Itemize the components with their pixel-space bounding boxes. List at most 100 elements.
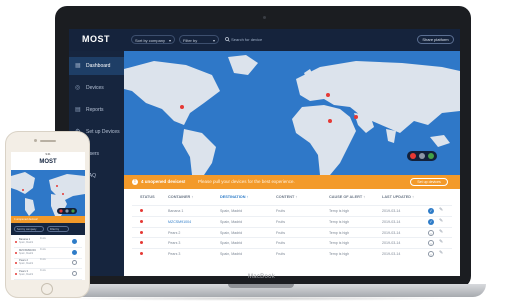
cell-destination: Spain, Madrid: [220, 252, 243, 257]
phone-item-content: Fruits: [40, 259, 46, 261]
column-header-content[interactable]: CONTENT ↑: [276, 195, 297, 199]
cell-container: Pears 3: [168, 252, 181, 257]
sidebar-item-label: Devices: [86, 85, 104, 91]
phone-list-item[interactable]: Pears 3 Spain, Madrid Fruits: [14, 269, 82, 280]
phone-company-dropdown[interactable]: Sort by company: [14, 226, 44, 232]
search-placeholder: Search for device: [231, 37, 263, 42]
cell-destination: Spain, Madrid: [220, 230, 243, 235]
phone-device: 9:41 MOST 4 unopened devices! Sort by co…: [5, 131, 90, 298]
cell-content: Fruits: [276, 230, 285, 235]
phone-item-place: Spain, Madrid: [19, 242, 34, 244]
status-alert-dot: [140, 209, 143, 212]
phone-filter-dropdown[interactable]: Filter by: [47, 226, 69, 232]
search-input[interactable]: Search for device: [225, 35, 305, 44]
edit-icon[interactable]: ✎: [439, 250, 443, 256]
red-filter-icon[interactable]: [410, 153, 416, 159]
phone-device-list: Banana 1 Spain, Madrid Fruits MZCSM91004 Spa…: [11, 235, 85, 280]
cell-destination: Spain, Madrid: [220, 241, 243, 246]
sidebar-item-label: Set up Devices: [86, 129, 120, 135]
phone-map-graphic: [11, 172, 85, 216]
status-alert-dot: [15, 241, 17, 243]
cell-container: MZCSM91004: [168, 219, 192, 224]
phone-item-name: MZCSM91004: [19, 248, 36, 252]
green-filter-icon[interactable]: [428, 153, 434, 159]
status-alert-dot: [140, 219, 143, 223]
edit-icon[interactable]: ✎: [439, 239, 443, 245]
cell-cause: Temp is high: [329, 252, 350, 257]
cell-destination: Spain, Madrid: [220, 209, 243, 213]
search-icon: [225, 37, 230, 43]
phone-home-button[interactable]: [41, 283, 53, 295]
column-header-cause[interactable]: CAUSE OF ALERT ↑: [329, 195, 365, 199]
chevron-down-icon: ▾: [212, 38, 215, 43]
grey-filter-icon[interactable]: [419, 153, 425, 159]
share-platform-button[interactable]: Share platform: [417, 35, 454, 44]
check-icon: ✓: [428, 218, 434, 225]
sidebar-item-dashboard[interactable]: ▦ Dashboard: [69, 57, 124, 75]
cell-updated: 2019-03-14: [382, 241, 401, 246]
phone-list-item[interactable]: MZCSM91004 Spain, Madrid Fruits: [14, 248, 82, 259]
phone-item-place: Spain, Madrid: [19, 263, 34, 265]
pending-icon: ○: [428, 251, 434, 258]
set-up-devices-button[interactable]: Set up devices: [410, 178, 448, 186]
column-header-status[interactable]: STATUS: [140, 195, 155, 199]
company-sort-dropdown[interactable]: Sort by company ▾: [131, 35, 175, 44]
phone-alert-banner: 4 unopened devices!: [11, 216, 85, 223]
phone-alert-text: 4 unopened devices!: [14, 218, 38, 221]
phone-list-item[interactable]: Banana 1 Spain, Madrid Fruits: [14, 237, 82, 248]
devices-icon: ◎: [75, 85, 81, 91]
laptop-base-notch: [228, 284, 294, 288]
phone-item-name: Pears 3: [19, 269, 28, 273]
warning-icon: !: [132, 179, 138, 185]
column-header-destination[interactable]: DESTINATION ↑: [220, 195, 248, 199]
column-header-container[interactable]: CONTAINER ↑: [168, 195, 193, 199]
app-logo[interactable]: MOST: [82, 34, 110, 44]
chevron-down-icon: ▾: [168, 38, 171, 43]
dashboard-icon: ▦: [75, 63, 81, 69]
phone-item-name: Banana 1: [19, 238, 31, 241]
status-alert-dot: [140, 252, 143, 256]
cell-destination: Spain, Madrid: [220, 219, 243, 224]
alert-banner: ! 4 unopened devices! Please pull your d…: [124, 175, 460, 189]
phone-status-time: 9:41: [45, 153, 51, 156]
cell-cause: Temp is high: [329, 219, 350, 224]
phone-item-content: Fruits: [40, 238, 46, 240]
cell-updated: 2019-03-14: [382, 252, 401, 257]
phone-world-map[interactable]: [11, 170, 85, 216]
status-alert-dot: [140, 230, 143, 234]
column-header-updated[interactable]: LAST UPDATED ↑: [382, 195, 414, 199]
devices-table: STATUS CONTAINER ↑ DESTINATION ↑ CONTENT…: [124, 189, 460, 276]
cell-container: Pears 2: [168, 230, 181, 235]
table-row[interactable]: Banana 1 Spain, Madrid Fruits Temp is high 2…: [132, 205, 452, 216]
edit-icon[interactable]: ✎: [439, 218, 443, 224]
pending-icon: [72, 260, 77, 265]
phone-list-item[interactable]: Pears 2 Spain, Madrid Fruits: [14, 258, 82, 269]
phone-company-label: Sort by company: [17, 228, 37, 231]
check-icon: [72, 249, 77, 255]
phone-item-place: Spain, Madrid: [19, 252, 34, 255]
sidebar-item-devices[interactable]: ◎ Devices: [69, 79, 124, 97]
phone-app-logo: MOST: [39, 159, 57, 165]
status-alert-dot: [15, 251, 17, 254]
phone-camera: [34, 139, 37, 142]
cell-content: Fruits: [276, 209, 285, 213]
world-map[interactable]: [124, 51, 460, 175]
sidebar-item-reports[interactable]: ▤ Reports: [69, 101, 124, 119]
cell-cause: Temp is high: [329, 241, 350, 246]
cell-container: Pears 3: [168, 241, 181, 246]
filter-label: Filter by: [183, 38, 198, 43]
cell-cause: Temp is high: [329, 209, 350, 213]
table-row[interactable]: Pears 3 Spain, Madrid Fruits Temp is high 20…: [132, 237, 452, 248]
table-row[interactable]: Pears 2 Spain, Madrid Fruits Temp is high 20…: [132, 226, 452, 238]
phone-filter-label: Filter by: [50, 228, 60, 231]
table-row[interactable]: MZCSM91004 Spain, Madrid Fruits Temp is hig…: [132, 215, 452, 227]
edit-icon[interactable]: ✎: [439, 207, 443, 213]
phone-item-content: Fruits: [40, 269, 46, 272]
phone-header: 9:41 MOST: [11, 152, 85, 170]
status-alert-dot: [15, 262, 17, 264]
edit-icon[interactable]: ✎: [439, 229, 443, 235]
table-row[interactable]: Pears 3 Spain, Madrid Fruits Temp is high 20…: [132, 248, 452, 259]
filter-dropdown[interactable]: Filter by ▾: [179, 35, 219, 44]
status-alert-dot: [15, 272, 17, 275]
cell-cause: Temp is high: [329, 230, 350, 235]
